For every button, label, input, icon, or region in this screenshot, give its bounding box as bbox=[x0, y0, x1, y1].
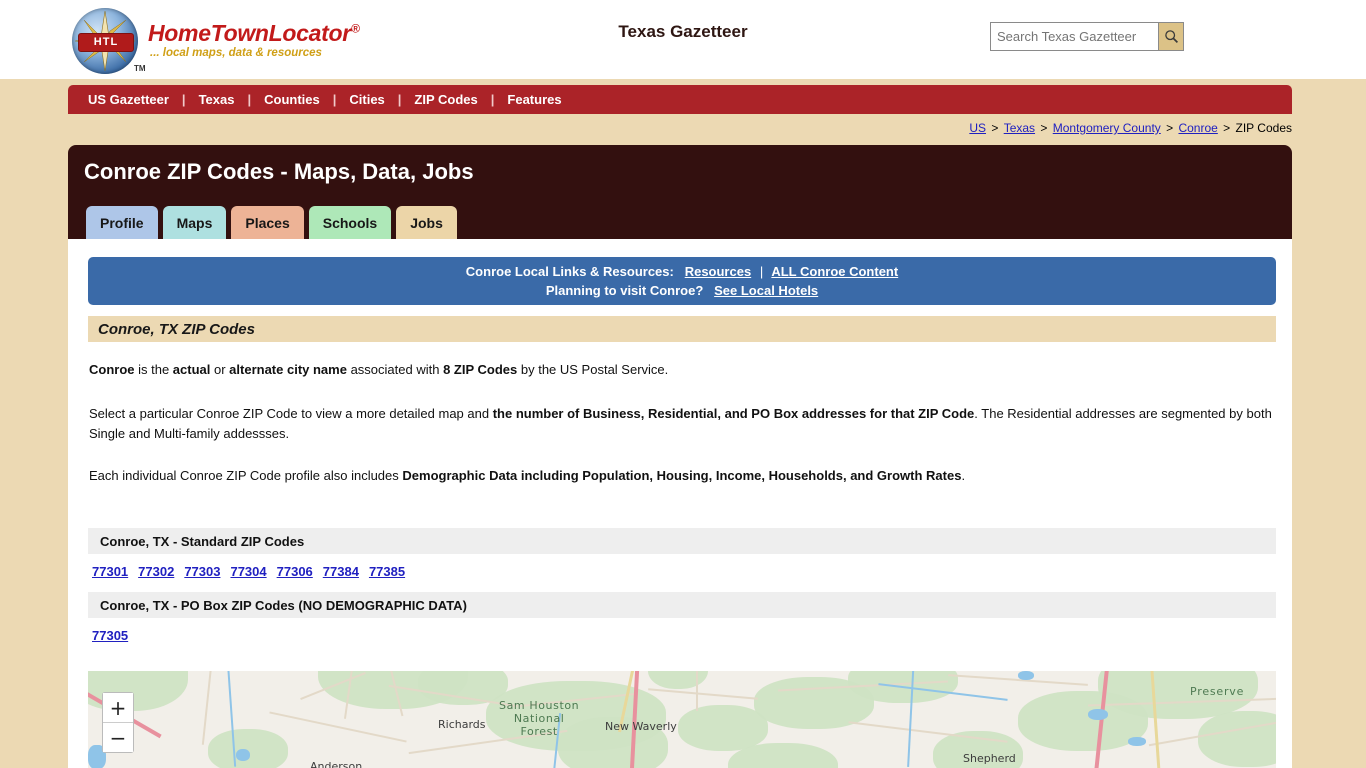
section-heading: Conroe, TX ZIP Codes bbox=[88, 316, 1276, 342]
nav-separator: | bbox=[332, 92, 337, 107]
pobox-zip-list: 77305 bbox=[92, 628, 128, 643]
breadcrumb-item-texas[interactable]: Texas bbox=[1004, 121, 1035, 135]
map-zoom-controls: + − bbox=[102, 692, 134, 753]
intro-paragraph-2: Select a particular Conroe ZIP Code to v… bbox=[89, 404, 1277, 444]
nav-item-zip-codes[interactable]: ZIP Codes bbox=[414, 92, 477, 107]
p1-part7: 8 ZIP Codes bbox=[443, 362, 518, 377]
resources-link[interactable]: Resources bbox=[685, 264, 751, 279]
main-navigation: US Gazetteer | Texas | Counties | Cities | ZIP C… bbox=[68, 85, 1292, 114]
p1-part3: actual bbox=[172, 362, 211, 377]
map-label-shepherd: Shepherd bbox=[963, 752, 1016, 765]
nav-separator: | bbox=[490, 92, 495, 107]
p1-part6: associated with bbox=[346, 362, 444, 377]
site-header: HTL TM HomeTownLocator® ... local maps, … bbox=[0, 0, 1366, 79]
nav-item-features[interactable]: Features bbox=[507, 92, 561, 107]
map-label-preserve: Preserve bbox=[1190, 685, 1245, 698]
nav-item-counties[interactable]: Counties bbox=[264, 92, 320, 107]
nav-separator: | bbox=[397, 92, 402, 107]
p2-part2: the number of Business, Residential, and… bbox=[492, 406, 975, 421]
breadcrumb-item-zip-codes: ZIP Codes bbox=[1235, 121, 1292, 135]
local-links-banner: Conroe Local Links & Resources: Resource… bbox=[88, 257, 1276, 305]
banner-separator: | bbox=[759, 264, 764, 279]
nav-separator: | bbox=[247, 92, 252, 107]
zip-code-link-77385[interactable]: 77385 bbox=[369, 564, 405, 579]
map-zoom-out-button[interactable]: − bbox=[103, 723, 133, 752]
map-zoom-in-button[interactable]: + bbox=[103, 693, 133, 723]
zip-code-link-77303[interactable]: 77303 bbox=[184, 564, 220, 579]
banner-visit-label: Planning to visit Conroe? bbox=[545, 283, 704, 298]
search-box bbox=[990, 22, 1184, 51]
p1-part4: or bbox=[210, 362, 230, 377]
intro-paragraph-3: Each individual Conroe ZIP Code profile … bbox=[89, 466, 1277, 486]
zip-code-link-77304[interactable]: 77304 bbox=[230, 564, 266, 579]
p3-part3: . bbox=[961, 468, 966, 483]
map-label-new-waverly: New Waverly bbox=[605, 720, 677, 733]
search-button[interactable] bbox=[1158, 23, 1183, 50]
banner-resources-label: Conroe Local Links & Resources: bbox=[465, 264, 674, 279]
p1-part2: is the bbox=[134, 362, 173, 377]
tab-maps[interactable]: Maps bbox=[162, 206, 227, 239]
logo-tagline: ... local maps, data & resources bbox=[150, 47, 322, 59]
nav-item-texas[interactable]: Texas bbox=[199, 92, 235, 107]
breadcrumb-separator: > bbox=[1037, 121, 1051, 135]
pobox-zip-heading: Conroe, TX - PO Box ZIP Codes (NO DEMOGR… bbox=[88, 592, 1276, 618]
all-conroe-content-link[interactable]: ALL Conroe Content bbox=[771, 264, 898, 279]
nav-item-cities[interactable]: Cities bbox=[349, 92, 384, 107]
p2-part1: Select a particular Conroe ZIP Code to v… bbox=[89, 406, 493, 421]
nav-separator: | bbox=[181, 92, 186, 107]
tab-places[interactable]: Places bbox=[231, 206, 304, 239]
breadcrumb-separator: > bbox=[1162, 121, 1177, 135]
breadcrumb-separator: > bbox=[988, 121, 1002, 135]
zip-code-link-77302[interactable]: 77302 bbox=[138, 564, 174, 579]
breadcrumb-item-montgomery-county[interactable]: Montgomery County bbox=[1053, 121, 1161, 135]
forest-line-2: National bbox=[513, 712, 565, 725]
map-label-richards: Richards bbox=[438, 718, 486, 731]
map-label-anderson: Anderson bbox=[310, 760, 363, 768]
main-content: Conroe Local Links & Resources: Resource… bbox=[68, 239, 1292, 768]
see-local-hotels-link[interactable]: See Local Hotels bbox=[714, 283, 818, 298]
nav-item-us-gazetteer[interactable]: US Gazetteer bbox=[88, 92, 169, 107]
tab-jobs[interactable]: Jobs bbox=[396, 206, 457, 239]
banner-line-1: Conroe Local Links & Resources: Resource… bbox=[88, 262, 1276, 281]
tab-schools[interactable]: Schools bbox=[308, 206, 392, 239]
search-icon bbox=[1164, 30, 1178, 44]
page-root: HTL TM HomeTownLocator® ... local maps, … bbox=[0, 0, 1366, 768]
p3-part1: Each individual Conroe ZIP Code profile … bbox=[89, 468, 403, 483]
p3-part2: Demographic Data including Population, H… bbox=[402, 468, 962, 483]
forest-line-1: Sam Houston bbox=[499, 699, 580, 712]
zip-code-link-77384[interactable]: 77384 bbox=[323, 564, 359, 579]
page-title-panel: Conroe ZIP Codes - Maps, Data, Jobs Prof… bbox=[68, 145, 1292, 239]
tab-profile[interactable]: Profile bbox=[86, 206, 158, 239]
banner-line-2: Planning to visit Conroe? See Local Hote… bbox=[88, 281, 1276, 300]
logo-trademark: TM bbox=[134, 64, 146, 73]
tab-bar: Profile Maps Places Schools Jobs bbox=[86, 206, 457, 239]
p1-part8: by the US Postal Service. bbox=[517, 362, 669, 377]
zip-code-link-77305[interactable]: 77305 bbox=[92, 628, 128, 643]
zip-code-link-77306[interactable]: 77306 bbox=[277, 564, 313, 579]
p1-part1: Conroe bbox=[89, 362, 135, 377]
search-input[interactable] bbox=[991, 23, 1158, 50]
p1-part5: alternate city name bbox=[229, 362, 347, 377]
map-label-national-forest: Sam Houston National Forest bbox=[499, 699, 579, 738]
breadcrumb-item-conroe[interactable]: Conroe bbox=[1178, 121, 1217, 135]
forest-line-3: Forest bbox=[520, 725, 558, 738]
breadcrumb-item-us[interactable]: US bbox=[969, 121, 986, 135]
breadcrumb: US > Texas > Montgomery County > Conroe … bbox=[969, 121, 1292, 135]
intro-paragraph-1: Conroe is the actual or alternate city n… bbox=[89, 360, 1277, 380]
page-title: Conroe ZIP Codes - Maps, Data, Jobs bbox=[84, 159, 474, 184]
zip-code-link-77301[interactable]: 77301 bbox=[92, 564, 128, 579]
breadcrumb-separator: > bbox=[1219, 121, 1234, 135]
location-map[interactable]: + − Sam Houston National Forest Richards… bbox=[88, 671, 1276, 768]
standard-zip-list: 77301 77302 77303 77304 77306 77384 77385 bbox=[92, 564, 405, 579]
standard-zip-heading: Conroe, TX - Standard ZIP Codes bbox=[88, 528, 1276, 554]
